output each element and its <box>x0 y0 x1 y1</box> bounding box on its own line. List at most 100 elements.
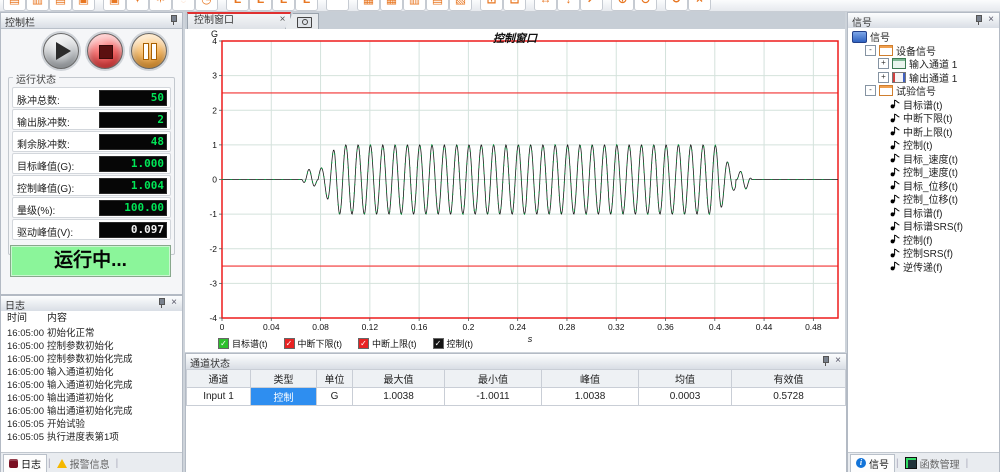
toolbar-button-save-all[interactable]: ▣ <box>72 0 95 11</box>
play-button[interactable] <box>43 33 79 69</box>
toolbar-button-save-file[interactable]: ▤ <box>49 0 72 11</box>
toolbar-button-cursor-l4[interactable]: L <box>295 0 318 11</box>
channel-cell: 1.0038 <box>542 388 639 406</box>
tab-label: 日志 <box>21 456 41 471</box>
toolbar-button-layout-grid-3[interactable]: ▥ <box>403 0 426 11</box>
axis-tick-label: -2 <box>209 244 217 254</box>
toolbar-button-window-box[interactable]: ⊡ <box>503 0 526 11</box>
bottom-tab-1[interactable]: 日志 <box>3 454 47 472</box>
legend-checkbox[interactable]: ✓ <box>218 338 229 349</box>
fit-page-icon: ↗ <box>586 0 596 6</box>
tree-item[interactable]: 信号 <box>848 30 999 44</box>
tree-expander[interactable]: + <box>878 58 889 69</box>
toolbar-button-window-add[interactable]: ⊞ <box>480 0 503 11</box>
pin-icon[interactable] <box>973 15 983 25</box>
tree-expander[interactable]: + <box>878 72 889 83</box>
toolbar-button-layout-grid-5[interactable]: ▧ <box>449 0 472 11</box>
legend-checkbox[interactable]: ✓ <box>284 338 295 349</box>
tree-expander[interactable]: - <box>865 45 876 56</box>
toolbar-button-close[interactable]: × <box>688 0 711 11</box>
signal-wave-icon: ~ <box>334 0 341 6</box>
stop-button[interactable] <box>87 33 123 69</box>
signal-panel: 信号 × 信号-设备信号+输入通道 1+输出通道 1-试验信号目标谱(t)中断下… <box>847 12 1000 472</box>
tree-item[interactable]: 控制(f) <box>848 233 999 247</box>
toolbar-button-fit-width[interactable]: ↔ <box>534 0 557 11</box>
log-panel: 日志 × 时间内容16:05:00初始化正常16:05:00控制参数初始化16:… <box>0 295 183 472</box>
close-icon[interactable]: × <box>985 14 997 26</box>
toolbar-button-export[interactable]: ▣ <box>103 0 126 11</box>
tab-label: 控制窗口 <box>194 15 234 26</box>
toolbar-button-fit-page[interactable]: ↗ <box>580 0 603 11</box>
tree-item[interactable]: 控制_速度(t) <box>848 165 999 179</box>
pause-button[interactable] <box>131 33 167 69</box>
toolbar-button-fit-height[interactable]: ↕ <box>557 0 580 11</box>
chart-title: 控制窗口 <box>185 30 845 46</box>
toolbar-button-print[interactable]: ✦ <box>126 0 149 11</box>
tree-item[interactable]: 目标谱SRS(f) <box>848 219 999 233</box>
tree-item[interactable]: 目标_速度(t) <box>848 152 999 166</box>
axis-tick-label: -3 <box>209 278 217 288</box>
toolbar-button-new-file[interactable]: ▤ <box>3 0 26 11</box>
tree-item[interactable]: 控制SRS(f) <box>848 246 999 260</box>
toolbar-button-open-file[interactable]: ▥ <box>26 0 49 11</box>
toolbar-button-cursor-l2[interactable]: L <box>249 0 272 11</box>
toolbar-button-layout-grid-2[interactable]: ▦ <box>380 0 403 11</box>
channel-col-header: 通道 <box>187 370 251 388</box>
tree-item[interactable]: 控制_位移(t) <box>848 192 999 206</box>
toolbar-button-settings-star[interactable]: ✶ <box>149 0 172 11</box>
tab-close-icon[interactable]: × <box>277 14 288 26</box>
status-field-row: 剩余脉冲数:48 <box>12 131 171 152</box>
toolbar-button-clock-view[interactable]: ◷ <box>195 0 218 11</box>
tree-item[interactable]: +输出通道 1 <box>848 71 999 85</box>
channel-row[interactable]: Input 1控制G1.0038-1.00111.00380.00030.572… <box>187 388 846 406</box>
open-file-icon: ▥ <box>32 0 43 6</box>
tree-item[interactable]: 目标谱(t) <box>848 98 999 112</box>
toolbar-button-layout-grid-4[interactable]: ▤ <box>426 0 449 11</box>
cursor-l1-icon: L <box>234 0 241 6</box>
tree-item[interactable]: -试验信号 <box>848 84 999 98</box>
signal-icon <box>890 248 900 258</box>
signal-icon <box>890 126 900 136</box>
toolbar-button-layout-grid-1[interactable]: ▦ <box>357 0 380 11</box>
tab-control-window[interactable]: 控制窗口 × <box>187 12 291 30</box>
close-icon[interactable]: × <box>832 355 844 367</box>
legend-checkbox[interactable]: ✓ <box>433 338 444 349</box>
toolbar-button-undo[interactable]: ↺ <box>665 0 688 11</box>
bottom-tab-2[interactable]: 函数管理 <box>900 455 965 472</box>
channel-col-header: 类型 <box>251 370 317 388</box>
close-icon[interactable]: × <box>168 297 180 309</box>
legend-checkbox[interactable]: ✓ <box>358 338 369 349</box>
tree-item[interactable]: 目标谱(f) <box>848 206 999 220</box>
folder-icon <box>879 85 893 96</box>
tree-item[interactable]: 中断上限(t) <box>848 125 999 139</box>
field-value-display: 100.00 <box>99 200 167 216</box>
toolbar-button-pie-view[interactable]: ◔ <box>172 0 195 11</box>
toolbar-button-zoom-in[interactable]: ⊕ <box>611 0 634 11</box>
tree-item[interactable]: 中断下限(t) <box>848 111 999 125</box>
play-icon <box>56 42 71 60</box>
pin-icon[interactable] <box>820 356 830 366</box>
field-value-display: 0.097 <box>99 222 167 238</box>
bottom-tab-2[interactable]: 报警信息 <box>52 455 115 472</box>
control-panel-title: 控制栏 <box>5 18 35 29</box>
tree-item[interactable]: +输入通道 1 <box>848 57 999 71</box>
toolbar-button-cursor-l3[interactable]: L <box>272 0 295 11</box>
log-entry-time: 16:05:00 <box>7 405 44 418</box>
toolbar-button-cursor-l1[interactable]: L <box>226 0 249 11</box>
toolbar-button-zoom-out[interactable]: ⊖ <box>634 0 657 11</box>
folder-icon <box>879 45 893 56</box>
pin-icon[interactable] <box>168 15 178 25</box>
legend-item: ✓中断下限(t) <box>284 337 343 350</box>
tree-item[interactable]: -设备信号 <box>848 44 999 58</box>
tree-expander[interactable]: - <box>865 85 876 96</box>
log-entry-text: 初始化正常 <box>47 327 95 340</box>
tree-item[interactable]: 目标_位移(t) <box>848 179 999 193</box>
toolbar-button-signal-wave[interactable]: ~ <box>326 0 349 11</box>
tree-item[interactable]: 控制(t) <box>848 138 999 152</box>
pin-icon[interactable] <box>156 298 166 308</box>
tree-item[interactable]: 逆传递(f) <box>848 260 999 274</box>
bottom-tab-1[interactable]: i信号 <box>850 454 895 472</box>
log-entry-time: 16:05:00 <box>7 392 44 405</box>
main-toolbar: ▤▥▤▣▣✦✶◔◷LLLL~▦▦▥▤▧⊞⊡↔↕↗⊕⊖↺× <box>0 0 1000 12</box>
root-icon <box>852 31 867 43</box>
